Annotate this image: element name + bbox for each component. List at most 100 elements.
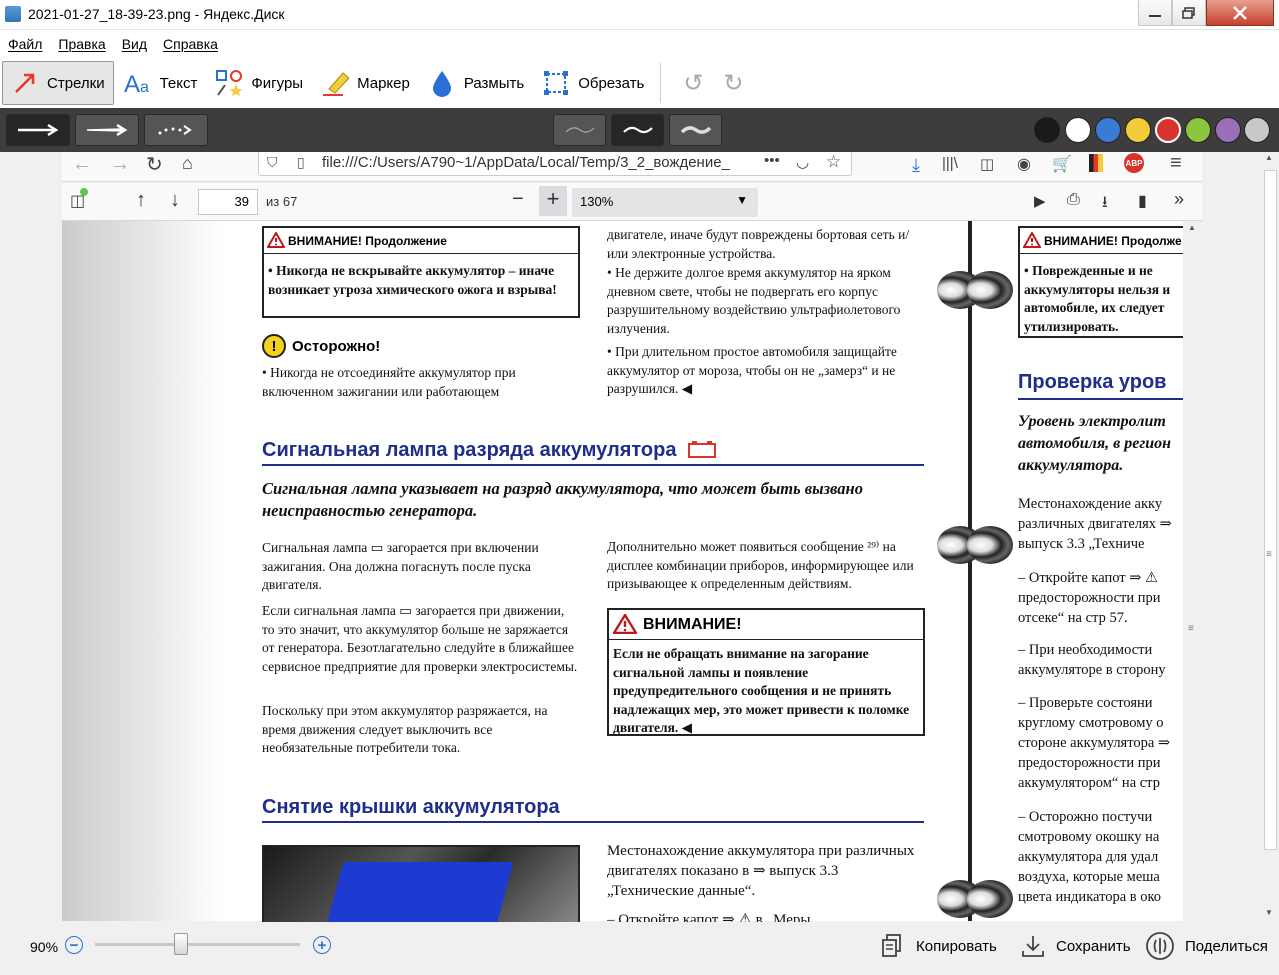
redo-button[interactable]: ↻ bbox=[713, 63, 753, 103]
star-icon: ☆ bbox=[826, 152, 842, 171]
plus-icon: + bbox=[317, 936, 327, 954]
presentation-icon[interactable]: ▶ bbox=[1034, 192, 1046, 210]
tool-marker[interactable]: Маркер bbox=[313, 61, 418, 105]
maximize-button[interactable] bbox=[1172, 0, 1206, 26]
copy-label: Копировать bbox=[916, 937, 997, 955]
tool-marker-label: Маркер bbox=[357, 74, 410, 92]
zoom-out-icon[interactable]: − bbox=[512, 188, 524, 211]
color-swatch-yellow[interactable] bbox=[1125, 117, 1151, 143]
menu-help[interactable]: Справка bbox=[163, 36, 218, 52]
library-icon: |||\ bbox=[942, 155, 958, 172]
warning-continued-box: ВНИМАНИЕ! Продолжение • Никогда не вскры… bbox=[262, 226, 580, 318]
caution-title: Осторожно! bbox=[292, 337, 381, 355]
color-swatch-purple[interactable] bbox=[1215, 117, 1241, 143]
arrow-icon bbox=[11, 69, 39, 97]
tool-text-label: Текст bbox=[159, 74, 198, 92]
menu-file[interactable]: Файл bbox=[8, 36, 42, 52]
tools-menu-icon[interactable]: » bbox=[1174, 189, 1184, 210]
reader-icon: ◫ bbox=[980, 156, 995, 173]
undo-button[interactable]: ↺ bbox=[673, 63, 713, 103]
url-text: file:///C:/Users/A790~1/AppData/Local/Te… bbox=[322, 154, 730, 171]
save-label: Сохранить bbox=[1056, 937, 1131, 955]
paragraph-1: Сигнальная лампа ▭ загорается при включе… bbox=[262, 540, 539, 592]
caution-text: • Никогда не отсоединяйте аккумулятор пр… bbox=[262, 365, 516, 399]
bookmark-icon[interactable]: ▮ bbox=[1138, 191, 1147, 211]
undo-icon: ↺ bbox=[683, 69, 704, 97]
menu-edit[interactable]: Правка bbox=[58, 36, 105, 52]
warning-continued-header: ВНИМАНИЕ! Продолжение bbox=[264, 228, 578, 254]
zoom-out-button[interactable]: − bbox=[65, 936, 83, 954]
prev-page-icon[interactable]: ↑ bbox=[136, 189, 146, 212]
back-icon: ← bbox=[72, 153, 92, 175]
scroll-up-icon: ▲ bbox=[1188, 223, 1196, 232]
share-button[interactable]: Поделиться bbox=[1145, 928, 1268, 964]
minimize-icon bbox=[1149, 14, 1161, 17]
page-number-input[interactable]: 39 bbox=[198, 189, 258, 215]
solid-arrow-icon bbox=[18, 123, 59, 137]
scroll-up-icon[interactable]: ▲ bbox=[1265, 153, 1273, 162]
copy-button[interactable]: Копировать bbox=[880, 928, 997, 964]
medium-wave-icon bbox=[622, 126, 653, 134]
minimize-button[interactable] bbox=[1138, 0, 1172, 26]
right-warning-header: ВНИМАНИЕ! Продолже bbox=[1020, 228, 1183, 254]
paragraph-5: Местонахождение аккумулятора при различн… bbox=[607, 843, 915, 899]
viewer-scrollbar-thumb[interactable]: ≡ bbox=[1264, 170, 1277, 850]
pdf-scrollbar[interactable]: ▲ ≡ bbox=[1183, 221, 1202, 921]
arrow-style-solid[interactable] bbox=[6, 114, 70, 146]
tool-blur[interactable]: Размыть bbox=[420, 61, 532, 105]
zoom-in-button[interactable]: + bbox=[313, 936, 331, 954]
color-swatch-red[interactable] bbox=[1155, 117, 1181, 143]
paragraph-2: Если сигнальная лампа ▭ загорается при д… bbox=[262, 603, 578, 674]
save-button[interactable]: Сохранить bbox=[1020, 928, 1131, 964]
share-label: Поделиться bbox=[1185, 937, 1268, 955]
color-swatch-white[interactable] bbox=[1065, 117, 1091, 143]
shapes-icon bbox=[215, 69, 243, 97]
zoom-slider-thumb[interactable] bbox=[173, 933, 188, 955]
heading-lamp-text: Сигнальная лампа разряда аккумулятора bbox=[262, 439, 677, 461]
warning-text: Если не обращать внимание на загорание с… bbox=[613, 646, 910, 735]
title-bar: 2021-01-27_18-39-23.png - Яндекс.Диск bbox=[0, 0, 1279, 30]
tapered-arrow-icon bbox=[86, 123, 128, 137]
print-icon[interactable]: ⎙ bbox=[1067, 191, 1080, 209]
menu-bar: Файл Правка Вид Справка bbox=[0, 30, 1279, 58]
color-swatch-black[interactable] bbox=[1034, 117, 1060, 143]
line-thickness-thick[interactable] bbox=[669, 114, 722, 146]
tool-text[interactable]: Aa Текст bbox=[116, 61, 206, 105]
warning-header: ВНИМАНИЕ! bbox=[609, 610, 923, 640]
tool-arrows[interactable]: Стрелки bbox=[2, 61, 114, 105]
color-swatch-blue[interactable] bbox=[1095, 117, 1121, 143]
line-thickness-thin[interactable] bbox=[553, 114, 606, 146]
heading-lamp: Сигнальная лампа разряда аккумулятора bbox=[262, 439, 772, 462]
tool-crop[interactable]: Обрезать bbox=[534, 61, 652, 105]
zoom-in-icon[interactable]: + bbox=[539, 186, 567, 216]
tool-blur-label: Размыть bbox=[463, 74, 525, 92]
arrow-style-tapered[interactable] bbox=[75, 114, 139, 146]
arrow-style-dotted[interactable] bbox=[144, 114, 208, 146]
warning-title: ВНИМАНИЕ! bbox=[643, 615, 742, 633]
binder-ring-2 bbox=[967, 271, 1013, 309]
binder-ring-4 bbox=[967, 526, 1013, 564]
download-icon bbox=[1022, 936, 1044, 957]
exclamation-icon: ! bbox=[262, 334, 286, 358]
reload-icon: ↻ bbox=[146, 154, 163, 176]
restore-icon bbox=[1182, 6, 1195, 19]
right-paragraph-1: Местонахождение акку различных двигателя… bbox=[1018, 496, 1172, 552]
warning-triangle-icon bbox=[613, 614, 637, 634]
warning-box: ВНИМАНИЕ! Если не обращать внимание на з… bbox=[607, 608, 925, 736]
crop-icon bbox=[542, 69, 570, 97]
zoom-slider-track[interactable] bbox=[95, 943, 300, 946]
color-swatch-gray[interactable] bbox=[1244, 117, 1270, 143]
right-intro: Уровень электролит автомобиля, в регион … bbox=[1018, 413, 1172, 474]
zoom-select[interactable]: 130% ▼ bbox=[572, 188, 758, 217]
close-button[interactable] bbox=[1206, 0, 1274, 26]
scroll-down-icon[interactable]: ▼ bbox=[1265, 908, 1273, 917]
blur-icon bbox=[428, 69, 456, 97]
save-pdf-icon[interactable]: ⭳ bbox=[1102, 191, 1108, 218]
svg-text:a: a bbox=[140, 79, 149, 96]
line-thickness-medium[interactable] bbox=[611, 114, 664, 146]
color-swatch-green[interactable] bbox=[1185, 117, 1211, 143]
menu-view[interactable]: Вид bbox=[122, 36, 147, 52]
tool-arrows-label: Стрелки bbox=[47, 74, 105, 92]
next-page-icon[interactable]: ↓ bbox=[170, 189, 180, 212]
tool-shapes[interactable]: Фигуры bbox=[207, 61, 311, 105]
